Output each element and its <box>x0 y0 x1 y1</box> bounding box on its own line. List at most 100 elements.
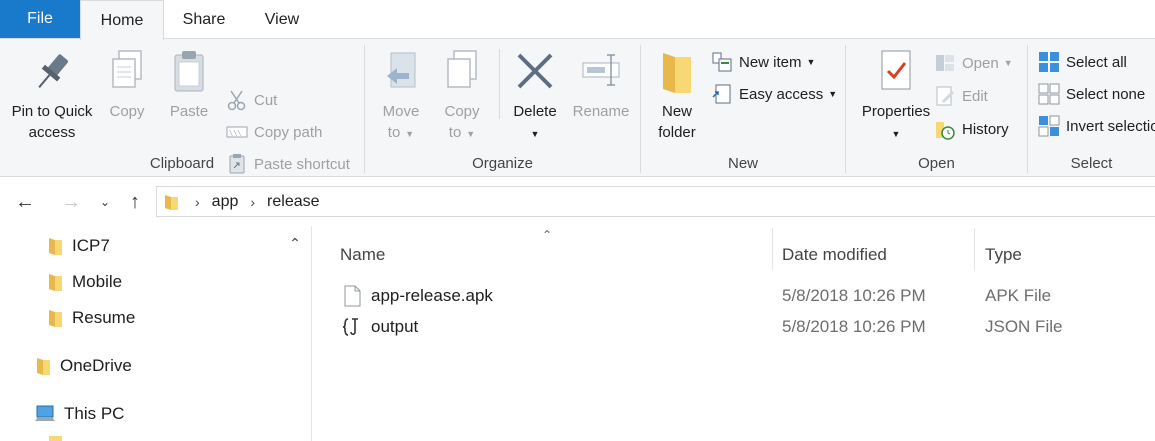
paste-button[interactable]: Paste <box>164 47 214 122</box>
address-bar[interactable]: › app › release <box>156 186 1155 217</box>
rename-button[interactable]: Rename <box>567 47 635 122</box>
ribbon-tab-bar: File Home Share View <box>0 0 1155 40</box>
nav-item-this-pc[interactable]: This PC <box>34 400 124 428</box>
copy-path-label: Copy path <box>254 123 323 141</box>
cut-button[interactable]: Cut <box>226 87 277 113</box>
invert-selection-label: Invert selection <box>1066 117 1155 135</box>
rename-label: Rename <box>572 103 630 120</box>
file-icon <box>344 285 361 306</box>
new-item-label: New item <box>739 53 802 71</box>
scroll-up-chevron-icon[interactable]: ⌃ <box>284 232 306 254</box>
easy-access-icon <box>712 84 731 104</box>
breadcrumb-app[interactable]: app <box>212 193 239 211</box>
history-label: History <box>962 120 1009 138</box>
copy-button[interactable]: Copy <box>104 47 150 122</box>
file-row[interactable]: output 5/8/2018 10:26 PM JSON File <box>312 311 1155 342</box>
tab-view[interactable]: View <box>248 0 316 39</box>
nav-item-label: ICP7 <box>72 236 110 255</box>
open-label: Open <box>962 54 999 72</box>
organize-group: Move to ▼ Copy to ▼ Delete ▼ Rename Orga… <box>365 39 640 178</box>
new-folder-label-1: New <box>661 103 692 120</box>
new-group: New folder New item ▼ Easy access ▼ New <box>641 39 845 178</box>
new-item-icon <box>712 52 732 72</box>
back-arrow-icon[interactable]: ← <box>12 188 38 216</box>
new-folder-icon <box>663 53 691 93</box>
copy-label: Copy <box>109 103 145 120</box>
copy-to-button[interactable]: Copy to ▼ <box>435 47 489 145</box>
select-all-button[interactable]: Select all <box>1038 49 1127 75</box>
tab-home[interactable]: Home <box>80 0 164 40</box>
open-group: Properties ▼ Open ▼ Edit History Open <box>846 39 1027 178</box>
invert-selection-button[interactable]: Invert selection <box>1038 113 1155 139</box>
properties-label: Properties <box>861 103 931 120</box>
nav-item-icp7[interactable]: ICP7 <box>46 232 110 260</box>
edit-button[interactable]: Edit <box>934 83 988 109</box>
file-list: ⌃ Name Date modified Type app-release.ap… <box>312 226 1155 441</box>
up-arrow-icon[interactable]: ↑ <box>122 188 148 216</box>
tab-file[interactable]: File <box>0 0 80 38</box>
nav-item-label: Mobile <box>72 272 123 291</box>
navigation-bar: ← → ⌄ ↑ › app › release <box>0 178 1155 226</box>
file-type: APK File <box>985 285 1052 305</box>
new-folder-button[interactable]: New folder <box>649 47 705 143</box>
nav-item-resume[interactable]: Resume <box>46 304 135 332</box>
folder-icon <box>49 310 62 327</box>
recent-locations-chevron-icon[interactable]: ⌄ <box>92 188 118 216</box>
select-all-label: Select all <box>1066 53 1127 71</box>
column-header-date-modified[interactable]: Date modified <box>782 240 887 270</box>
copy-path-icon: \\\ <box>226 126 248 138</box>
properties-dropdown-icon[interactable]: ▼ <box>852 122 940 145</box>
move-to-label-1: Move <box>382 103 420 120</box>
clipboard-group-label: Clipboard <box>149 155 215 172</box>
pin-to-quick-access-button[interactable]: Pin to Quick access <box>4 47 100 143</box>
file-name-cell: app-release.apk <box>342 280 493 311</box>
copy-to-label-2: to ▼ <box>448 124 476 141</box>
clipboard-group: Pin to Quick access Copy Paste Cut \\\ C… <box>0 39 364 178</box>
scissors-icon <box>227 90 246 111</box>
navigation-pane: ICP7 Mobile Resume OneDrive This PC ⌃ <box>0 226 312 441</box>
delete-x-icon <box>517 53 553 89</box>
copy-path-button[interactable]: \\\ Copy path <box>226 119 322 145</box>
file-row[interactable]: app-release.apk 5/8/2018 10:26 PM APK Fi… <box>312 280 1155 311</box>
file-name-cell: output <box>342 311 418 342</box>
open-group-label: Open <box>918 155 955 172</box>
move-to-button[interactable]: Move to ▼ <box>373 47 429 145</box>
svg-text:\\\: \\\ <box>229 129 242 137</box>
pin-label-1: Pin to Quick <box>11 103 93 120</box>
organize-group-label: Organize <box>472 155 533 172</box>
delete-dropdown-icon[interactable]: ▼ <box>507 122 563 145</box>
copy-to-label-1: Copy <box>444 103 480 120</box>
copy-to-icon <box>447 50 477 88</box>
breadcrumb-separator-icon[interactable]: › <box>250 194 255 210</box>
history-button[interactable]: History <box>934 116 1009 142</box>
select-group: Select all Select none Invert selection … <box>1028 39 1155 178</box>
delete-button[interactable]: Delete ▼ <box>507 47 563 145</box>
column-header-name[interactable]: Name <box>340 240 385 270</box>
select-group-label: Select <box>1070 155 1113 172</box>
file-date: 5/8/2018 10:26 PM <box>782 316 926 336</box>
nav-item-mobile[interactable]: Mobile <box>46 268 122 296</box>
column-divider[interactable] <box>974 228 975 270</box>
column-divider[interactable] <box>772 228 773 270</box>
select-none-button[interactable]: Select none <box>1038 81 1145 107</box>
folder-icon <box>49 274 62 291</box>
folder-icon <box>49 436 62 441</box>
properties-button[interactable]: Properties ▼ <box>852 47 940 145</box>
breadcrumb-release[interactable]: release <box>267 193 319 211</box>
tab-share[interactable]: Share <box>170 0 238 39</box>
column-header-type[interactable]: Type <box>985 240 1022 270</box>
folder-icon <box>49 238 62 255</box>
open-button[interactable]: Open ▼ <box>934 50 1013 76</box>
file-name: output <box>371 316 419 336</box>
move-to-icon <box>387 52 416 88</box>
nav-item-onedrive[interactable]: OneDrive <box>34 352 132 380</box>
easy-access-button[interactable]: Easy access ▼ <box>711 81 837 107</box>
nav-item-label: Resume <box>72 308 136 327</box>
new-item-button[interactable]: New item ▼ <box>711 49 815 75</box>
breadcrumb-separator-icon[interactable]: › <box>195 194 200 210</box>
file-type: JSON File <box>985 316 1063 336</box>
forward-arrow-icon[interactable]: → <box>58 188 84 216</box>
computer-icon <box>35 405 55 421</box>
invert-selection-icon <box>1038 115 1060 137</box>
rename-icon <box>582 54 620 86</box>
